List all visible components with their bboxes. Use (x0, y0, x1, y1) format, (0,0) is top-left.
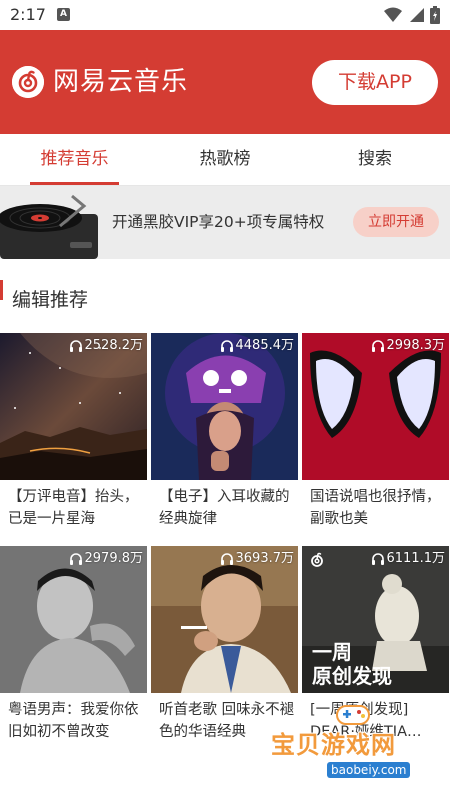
netease-music-logo-icon (311, 552, 323, 567)
play-count-value: 6111.1万 (386, 551, 446, 566)
watermark-text: 宝贝游戏网 (271, 731, 396, 759)
status-icons (384, 6, 440, 24)
active-tab-indicator (30, 182, 119, 185)
tab-search[interactable]: 搜索 (340, 134, 410, 186)
tab-bar: 推荐音乐 热歌榜 搜索 (0, 134, 450, 186)
playlist-cover-image (151, 546, 298, 693)
play-count-value: 2998.3万 (386, 338, 446, 353)
watermark-url: baobeiy.com (327, 762, 411, 778)
vip-promo-text: 开通黑胶VIP享20+项专属特权 (112, 213, 325, 231)
playlist-title[interactable]: 【电子】入耳收藏的经典旋律 (159, 486, 297, 530)
site-watermark: 宝贝游戏网 baobeiy.com (265, 705, 450, 786)
play-count: 6111.1万 (371, 550, 446, 568)
play-count-value: 4485.4万 (235, 338, 295, 353)
section-title: 编辑推荐 (12, 289, 89, 311)
play-count-value: 2979.8万 (84, 551, 144, 566)
vip-banner[interactable]: 开通黑胶VIP享20+项专属特权 立即开通 (0, 186, 450, 259)
app-title: 网易云音乐 (53, 67, 189, 97)
headphones-icon (220, 553, 233, 565)
headphones-icon (69, 340, 82, 352)
play-count-value: 2528.2万 (84, 338, 144, 353)
play-count: 2528.2万 (69, 337, 144, 355)
play-count: 2998.3万 (371, 337, 446, 355)
headphones-icon (371, 340, 384, 352)
signal-icon (410, 8, 424, 22)
playlist-cover-image (302, 333, 449, 480)
status-bar: 2:17 A (0, 0, 450, 30)
playlist-title[interactable]: 国语说唱也很抒情，副歌也美 (310, 486, 448, 530)
app-header: 网易云音乐 下载APP (0, 30, 450, 134)
playlist-title[interactable]: 粤语男声：我爱你依旧如初不曾改变 (8, 699, 146, 743)
battery-icon (430, 6, 440, 24)
playlist-cover-image (151, 333, 298, 480)
tab-recommended-music[interactable]: 推荐音乐 (30, 134, 119, 186)
playlist-cover-image (0, 546, 147, 693)
section-accent-bar (0, 280, 3, 300)
play-count: 3693.7万 (220, 550, 295, 568)
headphones-icon (69, 553, 82, 565)
notification-icon: A (57, 8, 70, 21)
vinyl-record-icon (0, 194, 98, 259)
headphones-icon (220, 340, 233, 352)
gamepad-icon (336, 705, 370, 725)
cover-overlay-line2: 原创发现 (312, 664, 392, 688)
status-time: 2:17 (10, 5, 46, 24)
play-count: 2979.8万 (69, 550, 144, 568)
playlist-cover-image (0, 333, 147, 480)
play-count: 4485.4万 (220, 337, 295, 355)
download-app-button[interactable]: 下载APP (312, 60, 438, 105)
tab-hot-songs[interactable]: 热歌榜 (180, 134, 270, 186)
wifi-icon (384, 7, 402, 22)
playlist-title[interactable]: 【万评电音】抬头，已是一片星海 (8, 486, 146, 530)
open-vip-button[interactable]: 立即开通 (353, 207, 439, 237)
play-count-value: 3693.7万 (235, 551, 295, 566)
cover-overlay-line1: 一周 (312, 640, 352, 664)
netease-music-logo-icon (12, 66, 44, 98)
headphones-icon (371, 553, 384, 565)
